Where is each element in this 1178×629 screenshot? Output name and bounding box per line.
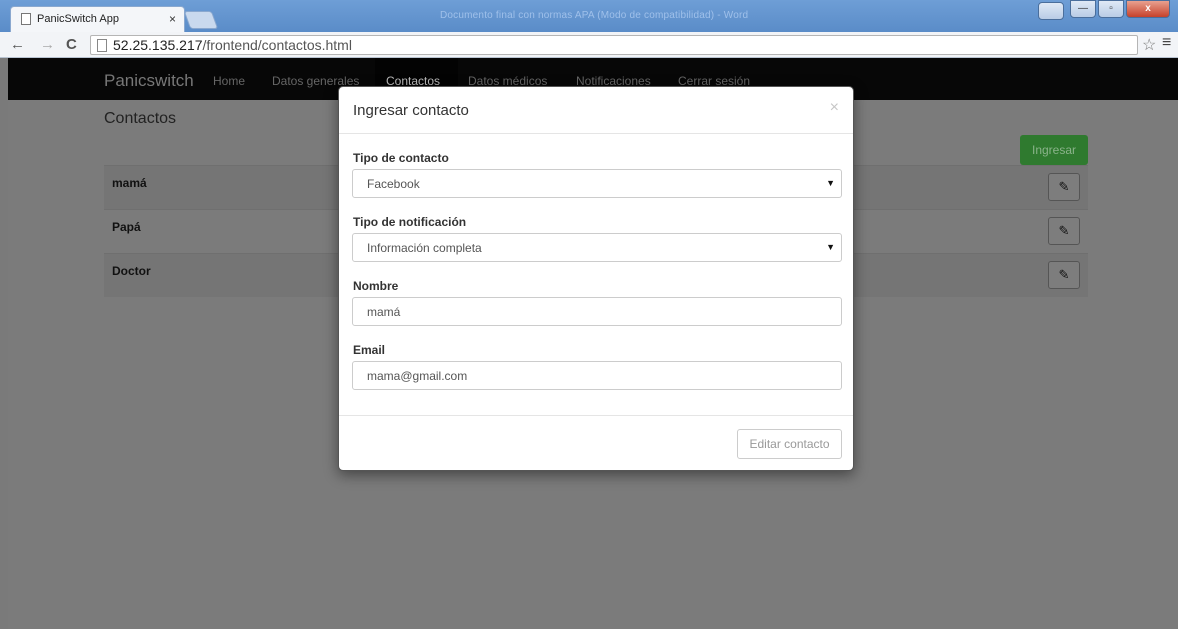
tipo-notificacion-select[interactable]: Información completa ▼ (352, 233, 842, 262)
nombre-input[interactable]: mamá (352, 297, 842, 326)
maximize-button[interactable]: ▫ (1098, 0, 1124, 18)
window-close-button[interactable]: x (1126, 0, 1170, 18)
forward-arrow-icon[interactable]: → (40, 36, 55, 53)
add-contact-button[interactable]: Ingresar (1020, 135, 1088, 165)
navbar-brand[interactable]: Panicswitch (104, 71, 194, 91)
document-icon (97, 39, 107, 52)
page-icon (21, 13, 31, 25)
modal-title: Ingresar contacto (353, 102, 469, 119)
tipo-contacto-value: Facebook (367, 177, 420, 191)
url-path: /frontend/contactos.html (202, 37, 352, 53)
browser-tab[interactable]: PanicSwitch App × (10, 6, 185, 32)
address-bar[interactable]: 52.25.135.217/frontend/contactos.html (90, 35, 1138, 55)
modal-header: Ingresar contacto × (339, 87, 853, 134)
contact-name: mamá (112, 176, 147, 190)
url-host: 52.25.135.217 (113, 37, 203, 53)
bookmark-star-icon[interactable]: ☆ (1142, 35, 1156, 55)
contact-name: Doctor (112, 264, 151, 278)
back-arrow-icon[interactable]: ← (10, 36, 25, 53)
window-controls: — ▫ x (1038, 0, 1170, 20)
email-value: mama@gmail.com (367, 369, 468, 383)
edit-contact-button[interactable]: Editar contacto (737, 429, 842, 459)
tipo-contacto-label: Tipo de contacto (353, 151, 449, 165)
new-tab-button[interactable] (183, 11, 219, 29)
email-input[interactable]: mama@gmail.com (352, 361, 842, 390)
background-window-title: Documento final con normas APA (Modo de … (440, 10, 749, 21)
close-icon[interactable]: × (830, 99, 839, 117)
page-title: Contactos (104, 110, 177, 127)
chevron-down-icon: ▼ (826, 178, 835, 188)
tipo-notificacion-value: Información completa (367, 241, 482, 255)
browser-toolbar: ← → C 52.25.135.217/frontend/contactos.h… (0, 32, 1178, 58)
nav-home[interactable]: Home (213, 74, 245, 88)
email-label: Email (353, 343, 386, 357)
tipo-notificacion-label: Tipo de notificación (353, 215, 467, 229)
edit-pencil-icon[interactable]: ✎ (1048, 261, 1080, 289)
browser-titlebar: Documento final con normas APA (Modo de … (0, 0, 1178, 32)
minimize-button[interactable]: — (1070, 0, 1096, 18)
contact-name: Papá (112, 220, 141, 234)
tipo-contacto-select[interactable]: Facebook ▼ (352, 169, 842, 198)
browser-menu-icon[interactable]: ≡ (1162, 34, 1171, 52)
reload-icon[interactable]: C (66, 36, 77, 53)
tab-close-icon[interactable]: × (169, 12, 176, 26)
user-profile-icon[interactable] (1038, 2, 1064, 20)
edit-pencil-icon[interactable]: ✎ (1048, 217, 1080, 245)
contact-modal: Ingresar contacto × Tipo de contacto Fac… (338, 86, 854, 471)
nombre-label: Nombre (353, 279, 399, 293)
chevron-down-icon: ▼ (826, 242, 835, 252)
edit-pencil-icon[interactable]: ✎ (1048, 173, 1080, 201)
tab-title: PanicSwitch App (37, 13, 119, 25)
nombre-value: mamá (367, 305, 401, 319)
modal-footer-divider (339, 415, 853, 416)
